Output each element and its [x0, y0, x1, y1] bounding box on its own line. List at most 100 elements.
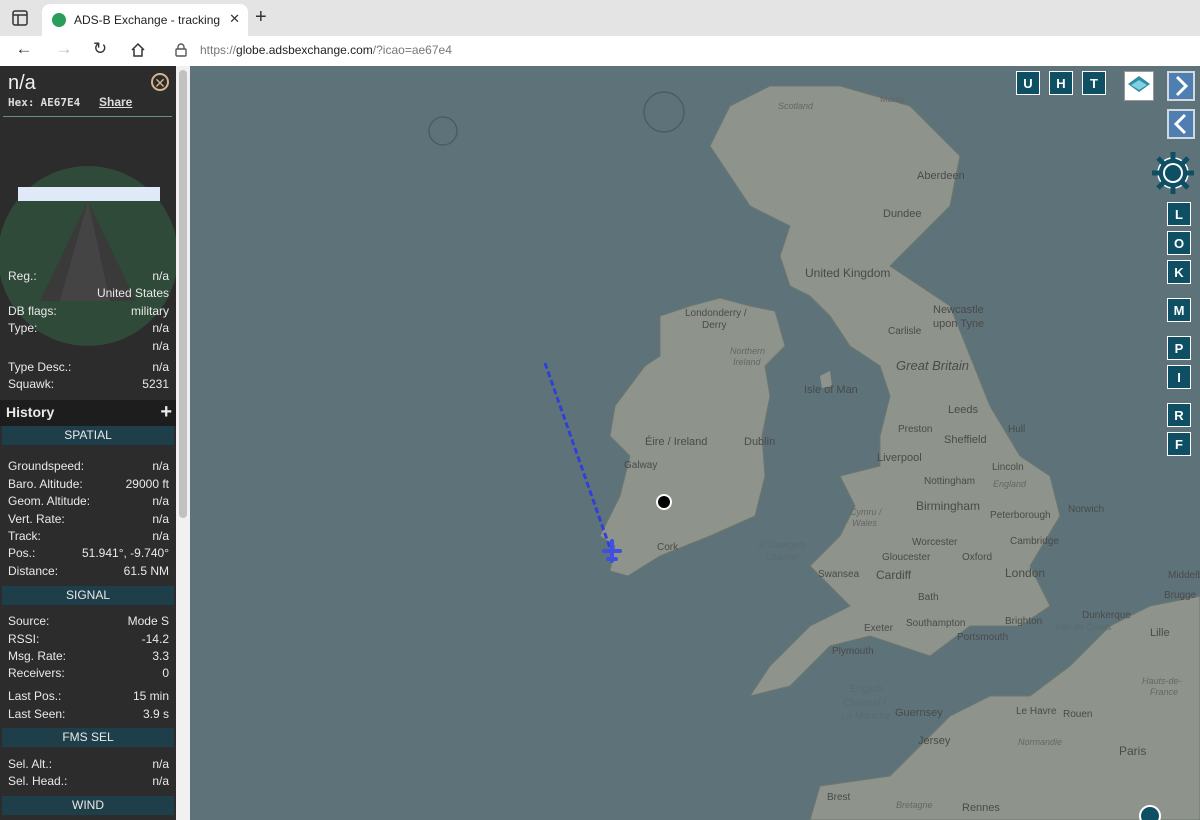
- map-label: Great Britain: [896, 358, 969, 373]
- map-label: Hull: [1008, 424, 1026, 435]
- layers-icon: [1128, 76, 1150, 92]
- reload-icon[interactable]: ↻: [88, 39, 112, 59]
- lock-icon[interactable]: [174, 43, 188, 57]
- signal-row: Last Pos.: 15 min: [8, 689, 169, 703]
- map-label: Le Havre: [1016, 706, 1057, 717]
- info-row: DB flags: military: [8, 304, 169, 318]
- signal-section-header[interactable]: SIGNAL: [2, 586, 174, 605]
- map-label: Birmingham: [916, 499, 981, 513]
- map-label: Dublin: [744, 436, 776, 448]
- m-button[interactable]: M: [1167, 298, 1191, 322]
- map-label: Dunkerque: [1082, 610, 1131, 621]
- map-label: France: [1150, 687, 1179, 697]
- north-compass-icon[interactable]: [1139, 805, 1161, 820]
- collapse-left-button[interactable]: [1167, 109, 1195, 139]
- divider: [3, 116, 172, 117]
- spatial-section-header[interactable]: SPATIAL: [2, 426, 174, 445]
- o-button[interactable]: O: [1167, 231, 1191, 255]
- map-label: Moray: [880, 94, 906, 104]
- map-label: Sheffield: [944, 434, 987, 446]
- tab-title: ADS-B Exchange - tracking 5983: [74, 13, 224, 27]
- map-label: upon Tyne: [933, 318, 985, 330]
- browser-tab[interactable]: ADS-B Exchange - tracking 5983 ✕: [42, 4, 248, 36]
- adsb-favicon-icon: [52, 13, 66, 27]
- map-label: Jersey: [918, 735, 951, 747]
- history-label: History: [6, 404, 55, 420]
- layers-button[interactable]: [1124, 71, 1154, 101]
- signal-row: RSSI: -14.2: [8, 632, 169, 646]
- spatial-row: Track: n/a: [8, 529, 169, 543]
- signal-row: Receivers: 0: [8, 666, 169, 680]
- back-arrow-icon[interactable]: ←: [12, 39, 36, 59]
- wind-section-header[interactable]: WIND: [2, 796, 174, 815]
- history-header[interactable]: History +: [0, 400, 176, 426]
- map-label: Northern: [730, 346, 766, 356]
- l-button[interactable]: L: [1167, 202, 1191, 226]
- u-button[interactable]: U: [1016, 71, 1040, 95]
- info-row: Reg.: n/a: [8, 269, 169, 283]
- map-label: Norwich: [1068, 504, 1105, 515]
- map-label: Ireland: [733, 357, 761, 367]
- scrollbar-thumb[interactable]: [179, 70, 187, 518]
- forward-arrow-icon[interactable]: →: [52, 39, 76, 59]
- map-label: Lille: [1150, 627, 1170, 639]
- map-label: Wales: [852, 518, 877, 528]
- map-label: Dundee: [883, 208, 922, 220]
- info-row: Type Desc.: n/a: [8, 360, 169, 374]
- map-label: Channel: [765, 552, 799, 562]
- f-button[interactable]: F: [1167, 432, 1191, 456]
- map-label: Cambridge: [1010, 536, 1059, 547]
- share-link[interactable]: Share: [99, 95, 132, 109]
- map-label: Middelb: [1168, 570, 1200, 581]
- new-tab-icon[interactable]: +: [255, 6, 267, 29]
- map-label: Rouen: [1063, 709, 1093, 720]
- aircraft-info-panel: n/a ✕ Hex: AE67E4 Share Reg.: n/a United S…: [0, 66, 176, 820]
- expand-right-button[interactable]: [1167, 71, 1195, 101]
- info-row: Type: n/a: [8, 321, 169, 335]
- settings-gear-icon[interactable]: [1150, 150, 1196, 196]
- home-icon[interactable]: [130, 42, 146, 58]
- map-label: Londonderry /: [685, 308, 747, 319]
- tab-close-icon[interactable]: ✕: [229, 11, 240, 27]
- k-button[interactable]: K: [1167, 260, 1191, 284]
- tab-bar: ADS-B Exchange - tracking 5983 ✕ +: [0, 0, 1200, 36]
- r-button[interactable]: R: [1167, 403, 1191, 427]
- tab-actions-icon[interactable]: [10, 8, 30, 28]
- spatial-row: Baro. Altitude: 29000 ft: [8, 477, 169, 491]
- fms-section-header[interactable]: FMS SEL: [2, 728, 174, 747]
- i-button[interactable]: I: [1167, 365, 1191, 389]
- map-label: Swansea: [818, 569, 860, 580]
- map-label: St George's: [758, 540, 806, 550]
- map-label: Brighton: [1005, 616, 1043, 627]
- map-label: Bretagne: [896, 800, 933, 810]
- map-label: Brest: [827, 792, 851, 803]
- close-panel-icon[interactable]: ✕: [151, 73, 169, 91]
- map-label: Gloucester: [882, 552, 931, 563]
- chevron-right-icon: [1175, 75, 1189, 97]
- p-button[interactable]: P: [1167, 336, 1191, 360]
- map-label: Preston: [898, 424, 933, 435]
- info-row: Squawk: 5231: [8, 377, 169, 391]
- map-label: Leeds: [948, 404, 978, 416]
- map-label: La Manche: [841, 711, 891, 722]
- spatial-row: Vert. Rate: n/a: [8, 512, 169, 526]
- hex-label: Hex:: [8, 96, 35, 109]
- map-label: Plymouth: [832, 646, 874, 657]
- signal-row: Source: Mode S: [8, 614, 169, 628]
- map-label: Scotland: [778, 101, 814, 111]
- map-label: Guernsey: [895, 707, 943, 719]
- expand-plus-icon[interactable]: +: [160, 401, 172, 424]
- map-label: Paris: [1119, 744, 1147, 758]
- map-label: Nottingham: [924, 476, 976, 487]
- url-field[interactable]: https://globe.adsbexchange.com/?icao=ae6…: [200, 43, 452, 57]
- map-label: Brugge: [1164, 590, 1197, 601]
- receiver-location-marker: [656, 494, 672, 510]
- map-label: English: [850, 684, 883, 695]
- t-button[interactable]: T: [1082, 71, 1106, 95]
- map-view[interactable]: Scotland Moray Aberdeen Dundee United Ki…: [190, 66, 1200, 820]
- h-button[interactable]: H: [1049, 71, 1073, 95]
- hex-value: AE67E4: [40, 96, 81, 109]
- map-label: Bath: [918, 592, 939, 603]
- chevron-left-icon: [1173, 113, 1187, 135]
- map-label: Cymru /: [850, 507, 882, 517]
